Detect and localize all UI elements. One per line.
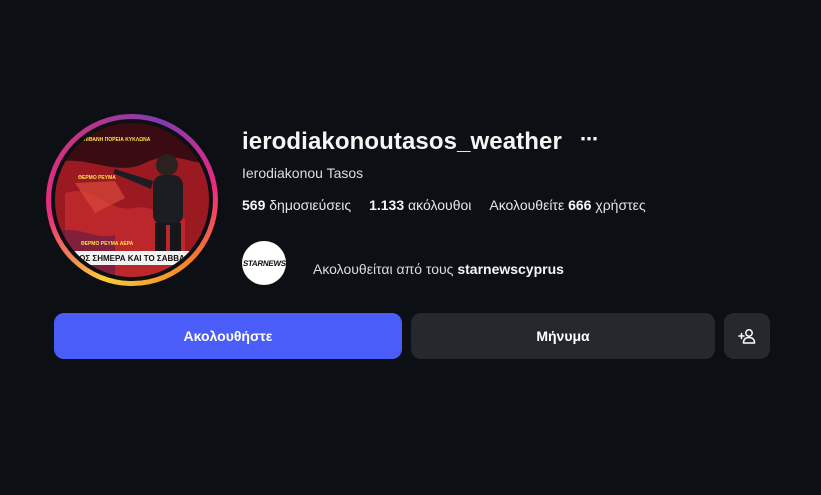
profile-full-name: Ierodiakonou Tasos bbox=[242, 165, 364, 181]
follow-button[interactable]: Ακολουθήστε bbox=[54, 313, 402, 359]
avatar-map-label-lower: ΘΕΡΜΟ ΡΕΥΜΑ ΑΕΡΑ bbox=[81, 241, 134, 247]
profile-page: ΟΣ ΣΗΜΕΡΑ ΚΑΙ ΤΟ ΣΑΒΒΑ ΠΙΘΑΝΗ ΠΟΡΕΙΑ ΚΥΚ… bbox=[0, 0, 821, 495]
following-stat[interactable]: Ακολουθείτε 666 χρήστες bbox=[489, 197, 645, 213]
more-options-icon[interactable]: ⋯ bbox=[580, 130, 598, 148]
avatar-weather-map-image: ΟΣ ΣΗΜΕΡΑ ΚΑΙ ΤΟ ΣΑΒΒΑ ΠΙΘΑΝΗ ΠΟΡΕΙΑ ΚΥΚ… bbox=[55, 123, 209, 277]
avatar-map-label-top: ΠΙΘΑΝΗ ΠΟΡΕΙΑ ΚΥΚΛΩΝΑ bbox=[84, 137, 151, 143]
profile-stats: 569 δημοσιεύσεις 1.133 ακόλουθοι Ακολουθ… bbox=[242, 197, 646, 213]
add-person-icon bbox=[738, 329, 756, 344]
following-count: 666 bbox=[568, 197, 592, 213]
followers-count: 1.133 bbox=[369, 197, 405, 213]
followed-by-prefix: Ακολουθείται από τους bbox=[313, 261, 454, 277]
followed-by-text[interactable]: Ακολουθείται από τους starnewscyprus bbox=[313, 261, 564, 277]
avatar-map-label-mid: ΘΕΡΜΟ ΡΕΥΜΑ bbox=[78, 175, 116, 181]
followed-by-account: starnewscyprus bbox=[457, 261, 564, 277]
posts-count: 569 bbox=[242, 197, 266, 213]
following-prefix: Ακολουθείτε bbox=[489, 197, 565, 213]
profile-avatar-story-ring[interactable]: ΟΣ ΣΗΜΕΡΑ ΚΑΙ ΤΟ ΣΑΒΒΑ ΠΙΘΑΝΗ ΠΟΡΕΙΑ ΚΥΚ… bbox=[46, 114, 218, 286]
starnews-logo: STARNEWS bbox=[242, 258, 286, 268]
followers-stat[interactable]: 1.133 ακόλουθοι bbox=[369, 197, 471, 213]
message-button[interactable]: Μήνυμα bbox=[411, 313, 715, 359]
following-label: χρήστες bbox=[595, 197, 646, 213]
followed-by-avatar[interactable]: STARNEWS bbox=[242, 241, 286, 285]
username-row: ierodiakonoutasos_weather ⋯ bbox=[242, 128, 598, 156]
posts-stat: 569 δημοσιεύσεις bbox=[242, 197, 351, 213]
profile-avatar: ΟΣ ΣΗΜΕΡΑ ΚΑΙ ΤΟ ΣΑΒΒΑ ΠΙΘΑΝΗ ΠΟΡΕΙΑ ΚΥΚ… bbox=[55, 123, 209, 277]
suggested-accounts-button[interactable] bbox=[724, 313, 770, 359]
avatar-ticker-text: ΟΣ ΣΗΜΕΡΑ ΚΑΙ ΤΟ ΣΑΒΒΑ bbox=[79, 254, 185, 263]
profile-username: ierodiakonoutasos_weather bbox=[242, 128, 562, 155]
followers-label: ακόλουθοι bbox=[408, 197, 472, 213]
posts-label: δημοσιεύσεις bbox=[269, 197, 352, 213]
